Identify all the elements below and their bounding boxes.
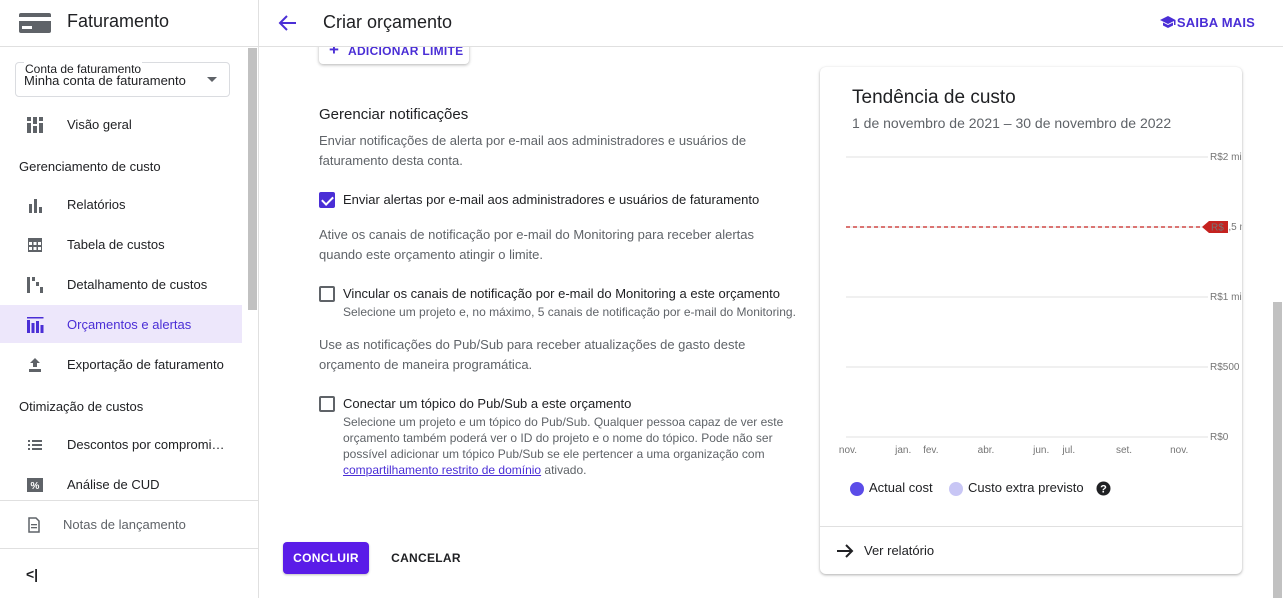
sidebar-item-label: Visão geral — [67, 117, 132, 132]
sidebar-item-budgets-alerts[interactable]: Orçamentos e alertas — [0, 305, 242, 343]
pubsub-topic-checkbox[interactable] — [319, 396, 335, 412]
forecast-legend-label: Custo extra previsto — [968, 480, 1084, 495]
main-scrollbar[interactable] — [1273, 302, 1282, 598]
monitoring-channels-checkbox[interactable] — [319, 286, 335, 302]
sidebar-item-label: Notas de lançamento — [63, 517, 186, 532]
billing-account-value: Minha conta de faturamento — [24, 73, 186, 88]
sidebar-item-label: Orçamentos e alertas — [67, 317, 192, 332]
sidebar-item-label: Tabela de custos — [67, 237, 165, 252]
cost-trend-title: Tendência de custo — [852, 87, 1016, 108]
sidebar-item-commitment-discounts[interactable]: Descontos por compromi… — [0, 425, 242, 463]
sidebar-item-cud-analysis[interactable]: % Análise de CUD — [0, 465, 242, 503]
back-arrow-icon[interactable] — [277, 12, 299, 34]
arrow-right-icon — [837, 544, 854, 558]
x-tick-label: jul. — [1061, 445, 1075, 456]
sidebar-item-label: Detalhamento de custos — [67, 277, 208, 292]
sidebar-scrollbar[interactable] — [248, 48, 257, 310]
sidebar-item-reports[interactable]: Relatórios — [0, 185, 242, 223]
cost-trend-card: Tendência de custo 1 de novembro de 2021… — [820, 67, 1242, 574]
nav-section-cost-management: Gerenciamento de custo — [19, 159, 161, 174]
x-tick-label: set. — [1116, 445, 1132, 456]
sidebar-item-cost-table[interactable]: Tabela de custos — [0, 225, 242, 263]
domain-restricted-sharing-link[interactable]: compartilhamento restrito de domínio — [343, 463, 541, 477]
forecast-legend-dot — [949, 482, 963, 496]
school-icon — [1159, 16, 1176, 28]
billing-card-icon — [19, 13, 51, 33]
cancel-button[interactable]: CANCELAR — [383, 542, 469, 574]
monitoring-channels-subtext: Selecione um projeto e, no máximo, 5 can… — [343, 305, 796, 319]
sidebar-divider — [0, 500, 258, 501]
y-tick-label: R$2 mil — [1210, 152, 1242, 163]
help-icon[interactable]: ? — [1096, 481, 1111, 496]
actual-cost-legend-label: Actual cost — [869, 480, 933, 495]
breakdown-icon — [27, 277, 43, 293]
email-alerts-label: Enviar alertas por e-mail aos administra… — [343, 192, 760, 207]
actual-cost-legend-dot — [850, 482, 864, 496]
sidebar-divider — [0, 548, 258, 549]
monitoring-help-text: Ative os canais de notificação por e-mai… — [319, 227, 755, 262]
sidebar-item-cost-breakdown[interactable]: Detalhamento de custos — [0, 265, 242, 303]
sidebar-item-billing-export[interactable]: Exportação de faturamento — [0, 345, 242, 383]
upload-icon — [29, 358, 41, 372]
learn-more-label: SAIBA MAIS — [1176, 15, 1255, 30]
pubsub-help-text: Use as notificações do Pub/Sub para rece… — [319, 337, 746, 372]
caret-down-icon — [207, 77, 217, 82]
sidebar-item-overview[interactable]: Visão geral — [0, 105, 242, 143]
x-tick-label: nov. — [839, 445, 857, 456]
x-tick-label: fev. — [923, 445, 938, 456]
conclude-button[interactable]: CONCLUIR — [283, 542, 369, 574]
sidebar-item-label: Exportação de faturamento — [67, 357, 224, 372]
y-tick-label: R$0 — [1210, 432, 1229, 443]
pubsub-topic-subtext: Selecione um projeto e um tópico do Pub/… — [343, 414, 793, 478]
x-tick-label: jun. — [1032, 445, 1049, 456]
pubsub-subtext-before: Selecione um projeto e um tópico do Pub/… — [343, 415, 784, 461]
sidebar-item-label: Descontos por compromi… — [67, 437, 225, 452]
pubsub-subtext-after: ativado. — [541, 463, 587, 477]
learn-more-link[interactable]: SAIBA MAIS — [1159, 15, 1255, 30]
x-tick-label: nov. — [1170, 445, 1188, 456]
table-icon — [28, 238, 42, 252]
budget-marker-label: R$ — [1211, 223, 1224, 234]
bar-chart-icon — [29, 199, 42, 213]
pubsub-topic-label: Conectar um tópico do Pub/Sub a este orç… — [343, 396, 632, 411]
x-tick-label: abr. — [978, 445, 995, 456]
sidebar: Faturamento Conta de faturamento Minha c… — [0, 0, 259, 598]
sidebar-item-label: Análise de CUD — [67, 477, 160, 492]
sidebar-item-label: Relatórios — [67, 197, 126, 212]
x-tick-label: jan. — [894, 445, 911, 456]
billing-account-select[interactable]: Conta de faturamento Minha conta de fatu… — [15, 62, 230, 97]
y-tick-label: R$1 mil — [1210, 292, 1242, 303]
y-tick-label: R$500 — [1210, 362, 1240, 373]
page-title: Criar orçamento — [323, 12, 453, 32]
collapse-sidebar-button[interactable]: <| — [26, 566, 38, 582]
app-root: Faturamento Conta de faturamento Minha c… — [0, 0, 1283, 598]
monitoring-channels-label: Vincular os canais de notificação por e-… — [343, 286, 780, 301]
sidebar-item-release-notes[interactable]: Notas de lançamento — [0, 507, 258, 543]
email-alerts-checkbox[interactable] — [319, 192, 335, 208]
dashboard-icon — [27, 117, 43, 133]
view-report-label: Ver relatório — [864, 543, 935, 558]
sidebar-header: Faturamento — [0, 0, 258, 47]
cost-trend-chart: R$2 milR$1,5 milR$1 milR$500R$0R$nov.jan… — [839, 152, 1242, 456]
notifications-intro: Enviar notificações de alerta por e-mail… — [319, 133, 747, 168]
sidebar-title: Faturamento — [67, 11, 170, 31]
nav-section-cost-optimization: Otimização de custos — [19, 399, 144, 414]
svg-text:%: % — [31, 481, 40, 492]
list-icon — [28, 440, 42, 450]
percent-icon: % — [27, 478, 43, 492]
manage-notifications-title: Gerenciar notificações — [319, 106, 469, 123]
card-divider — [820, 526, 1242, 527]
svg-text:?: ? — [1100, 484, 1107, 496]
release-notes-icon — [28, 517, 40, 533]
budget-icon — [27, 317, 44, 333]
top-bar: Criar orçamento SAIBA MAIS — [259, 0, 1283, 47]
cost-trend-date-range: 1 de novembro de 2021 – 30 de novembro d… — [852, 115, 1172, 131]
